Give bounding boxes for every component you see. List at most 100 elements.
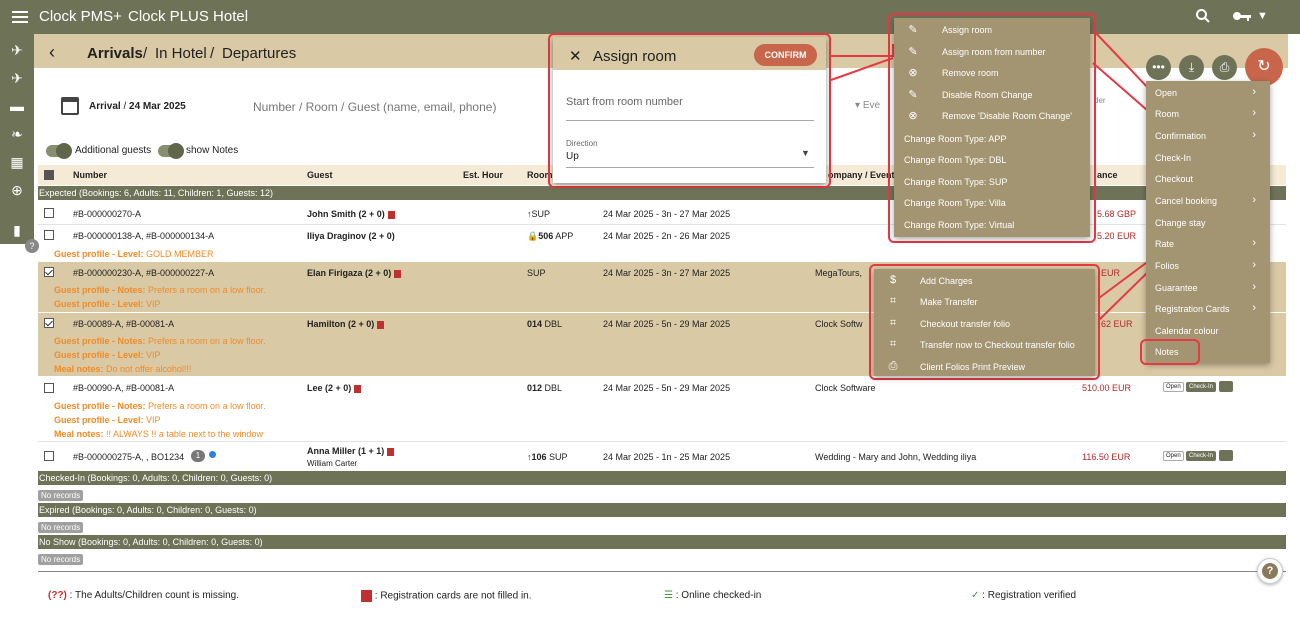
check-in-button[interactable]: Check-In	[1186, 382, 1217, 392]
registration-card-icon	[354, 384, 362, 393]
guest-name[interactable]: Hamilton (2 + 0)	[307, 319, 385, 329]
sidebar-leaf-icon[interactable]: ❧	[8, 126, 26, 144]
show-notes-toggle[interactable]	[158, 143, 184, 159]
crop-icon: ⌗	[889, 338, 897, 350]
breadcrumb-in-hotel[interactable]: In Hotel	[155, 45, 207, 62]
arrival-date[interactable]: Arrival / 24 Mar 2025	[89, 101, 186, 112]
room-cell[interactable]: 🔒506 APP	[527, 231, 573, 242]
check-in-button[interactable]: Check-In	[1186, 451, 1217, 461]
stay-dates: 24 Mar 2025 - 3n - 27 Mar 2025	[603, 268, 731, 278]
row-divider	[38, 441, 1286, 442]
room-cell[interactable]: ↑106 SUP	[527, 452, 568, 462]
sidebar-departures-icon[interactable]: ✈	[8, 70, 26, 88]
select-all-checkbox[interactable]	[44, 170, 54, 180]
company: Wedding - Mary and John, Wedding iliya	[815, 452, 977, 462]
breadcrumb-departures[interactable]: Departures	[222, 45, 296, 62]
booking-number[interactable]: #B-000000230-A, #B-000000227-A	[73, 268, 214, 278]
pencil-icon: ✎	[908, 24, 918, 36]
breadcrumb-arrivals[interactable]: Arrivals	[87, 45, 143, 62]
left-sidebar: ✈ ✈ ▬ ❧ ▦ ⊕ ▮ ?	[0, 34, 39, 253]
booking-number[interactable]: #B-00089-A, #B-00081-A	[73, 319, 174, 329]
chevron-down-icon[interactable]: ▼	[801, 148, 810, 158]
back-arrow-icon[interactable]: ‹	[49, 42, 55, 63]
row-checkbox[interactable]	[44, 318, 54, 328]
col-est-hour[interactable]: Est. Hour	[463, 170, 503, 180]
print-icon[interactable]: ⎙	[1212, 55, 1237, 80]
guest-name[interactable]: Elan Firigaza (2 + 0)	[307, 268, 402, 278]
guest-note: Guest profile - Notes: Prefers a room on…	[54, 285, 266, 295]
sidebar-help-icon[interactable]: ?	[25, 239, 39, 253]
sidebar-arrivals-icon[interactable]: ✈	[8, 42, 26, 60]
hamburger-menu-icon[interactable]	[11, 8, 29, 26]
help-icon: ?	[1262, 563, 1278, 579]
booking-number[interactable]: #B-000000275-A, , BO1234	[73, 452, 184, 462]
guest-name[interactable]: Iliya Draginov (2 + 0)	[307, 231, 395, 241]
download-icon[interactable]: ⤓	[1179, 55, 1204, 80]
balance: EUR	[1101, 268, 1121, 278]
company: Clock Software	[815, 383, 876, 393]
guest-name[interactable]: Anna Miller (1 + 1)	[307, 446, 395, 456]
secondary-guest: William Carter	[307, 459, 358, 468]
sidebar-bed-icon[interactable]: ▬	[8, 98, 26, 116]
row-checkbox[interactable]	[44, 208, 54, 218]
col-company[interactable]: ompany / Event	[828, 170, 895, 180]
breadcrumb-separator: /	[143, 45, 148, 62]
user-dropdown-caret-icon[interactable]: ▼	[1257, 10, 1268, 22]
booking-number[interactable]: #B-00090-A, #B-00081-A	[73, 383, 174, 393]
room-number-input[interactable]: Start from room number	[566, 96, 683, 108]
close-icon[interactable]: ✕	[569, 47, 582, 65]
row-checkbox[interactable]	[44, 451, 54, 461]
group-expired: Expired (Bookings: 0, Adults: 0, Childre…	[38, 503, 1286, 517]
col-guest[interactable]: Guest	[307, 170, 333, 180]
chevron-right-icon: ›	[1252, 107, 1256, 119]
room-cell[interactable]: 012 DBL	[527, 383, 562, 393]
chevron-right-icon: ›	[1252, 237, 1256, 249]
booking-number[interactable]: #B-000000270-A	[73, 209, 141, 219]
room-cell[interactable]: ↑SUP	[527, 209, 550, 219]
legend-online-checkin: ☰ : Online checked-in	[664, 590, 762, 601]
confirm-button[interactable]: CONFIRM	[754, 44, 817, 66]
search-icon[interactable]	[1195, 8, 1211, 24]
chevron-right-icon: ›	[1252, 86, 1256, 98]
registration-card-icon	[377, 320, 385, 329]
open-button[interactable]: Open	[1163, 451, 1184, 461]
guest-name[interactable]: Lee (2 + 0)	[307, 383, 362, 393]
sidebar-calendar-icon[interactable]: ▦	[8, 154, 26, 172]
key-icon[interactable]	[1232, 8, 1252, 24]
no-records-badge: No records	[38, 490, 84, 501]
search-input[interactable]: Number / Room / Guest (name, email, phon…	[253, 100, 496, 114]
checkmark-icon: ✓	[971, 590, 980, 601]
row-checkbox[interactable]	[44, 383, 54, 393]
registration-card-icon	[387, 447, 395, 456]
guest-name[interactable]: John Smith (2 + 0)	[307, 209, 395, 219]
group-expected: Expected (Bookings: 6, Adults: 11, Child…	[38, 186, 1286, 200]
col-balance[interactable]: ance	[1097, 170, 1118, 180]
more-actions-button[interactable]: •••	[1146, 55, 1171, 80]
guest-note: Guest profile - Level: VIP	[54, 299, 161, 309]
additional-guests-toggle[interactable]	[46, 143, 72, 159]
booking-number[interactable]: #B-000000138-A, #B-000000134-A	[73, 231, 214, 241]
guest-note: Guest profile - Level: GOLD MEMBER	[54, 249, 214, 259]
top-bar: Clock PMS+ Clock PLUS Hotel ▼	[0, 0, 1300, 34]
col-number[interactable]: Number	[73, 170, 107, 180]
guest-note: Guest profile - Notes: Prefers a room on…	[54, 401, 266, 411]
status-dot	[209, 451, 216, 458]
direction-select[interactable]: Up	[566, 151, 579, 162]
stay-dates: 24 Mar 2025 - 1n - 25 Mar 2025	[603, 452, 731, 462]
row-checkbox[interactable]	[44, 230, 54, 240]
chevron-right-icon: ›	[1252, 259, 1256, 271]
hotel-name[interactable]: Clock PLUS Hotel	[128, 8, 248, 25]
calendar-icon[interactable]	[61, 97, 79, 115]
room-cell[interactable]: 014 DBL	[527, 319, 562, 329]
cancel-circle-icon: ⊗	[908, 110, 918, 122]
event-filter[interactable]: ▾ Eve	[855, 100, 880, 111]
help-button[interactable]: ?	[1257, 558, 1283, 584]
folios-submenu: $ Add Charges ⌗ Make Transfer ⌗ Checkout tr…	[874, 269, 1095, 376]
sidebar-add-icon[interactable]: ⊕	[8, 182, 26, 200]
key-icon[interactable]	[1219, 450, 1233, 461]
room-cell[interactable]: SUP	[527, 268, 546, 278]
sidebar-book-icon[interactable]: ▮	[8, 222, 26, 240]
key-icon[interactable]	[1219, 381, 1233, 392]
row-checkbox[interactable]	[44, 267, 54, 277]
open-button[interactable]: Open	[1163, 382, 1184, 392]
